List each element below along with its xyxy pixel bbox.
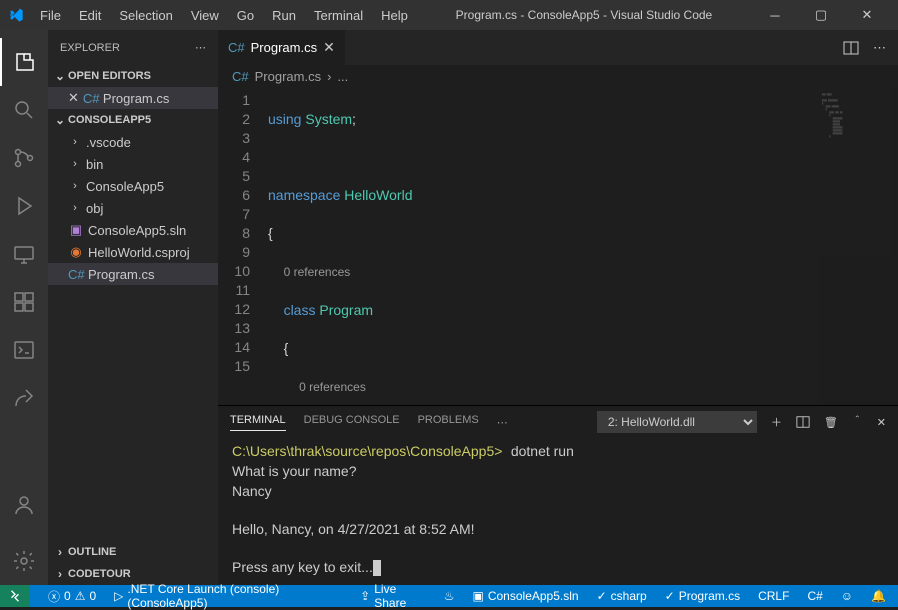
activity-bar <box>0 30 48 585</box>
menu-terminal[interactable]: Terminal <box>306 4 371 27</box>
project-header[interactable]: ⌄CONSOLEAPP5 <box>48 109 218 131</box>
menu-edit[interactable]: Edit <box>71 4 109 27</box>
menu-file[interactable]: File <box>32 4 69 27</box>
close-editor-icon[interactable]: ✕ <box>68 90 79 106</box>
liveshare-icon[interactable] <box>0 374 48 422</box>
status-csharp[interactable]: ✓ csharp <box>593 589 651 603</box>
remote-explorer-icon[interactable] <box>0 230 48 278</box>
title-bar: File Edit Selection View Go Run Terminal… <box>0 0 898 30</box>
panel-tab-problems[interactable]: PROBLEMS <box>418 414 479 430</box>
open-editors-header[interactable]: ⌄OPEN EDITORS <box>48 65 218 87</box>
status-feedback-icon[interactable]: ☺ <box>837 589 857 603</box>
status-bar: ⓧ 0 ⚠ 0 ▷ .NET Core Launch (console) (Co… <box>0 585 898 607</box>
window-title: Program.cs - ConsoleApp5 - Visual Studio… <box>416 8 752 22</box>
kill-terminal-icon[interactable]: 🗑 <box>824 416 838 429</box>
line-gutter: 123456789101112131415 <box>218 87 268 405</box>
editor-more-icon[interactable]: ⋯ <box>873 40 886 56</box>
tab-close-icon[interactable]: ✕ <box>323 39 335 56</box>
outline-header[interactable]: ›OUTLINE <box>48 541 218 563</box>
status-liveshare[interactable]: ⇪ Live Share <box>356 582 430 610</box>
status-flame[interactable]: ♨ <box>440 589 459 603</box>
vscode-logo-icon <box>8 7 24 23</box>
minimize-button[interactable]: ─ <box>752 0 798 30</box>
maximize-button[interactable]: ▢ <box>798 0 844 30</box>
remote-indicator[interactable] <box>0 585 30 607</box>
panel-tab-terminal[interactable]: TERMINAL <box>230 414 286 431</box>
panel-close-icon[interactable]: ✕ <box>877 416 886 429</box>
menu-help[interactable]: Help <box>373 4 416 27</box>
folder-item[interactable]: ›bin <box>48 153 218 175</box>
extensions-icon[interactable] <box>0 278 48 326</box>
status-debug-target[interactable]: ▷ .NET Core Launch (console) (ConsoleApp… <box>110 582 346 610</box>
search-icon[interactable] <box>0 86 48 134</box>
menu-view[interactable]: View <box>183 4 227 27</box>
folder-item[interactable]: ›.vscode <box>48 131 218 153</box>
folder-item[interactable]: ›obj <box>48 197 218 219</box>
file-tree: ›.vscode ›bin ›ConsoleApp5 ›obj ▣Console… <box>48 131 218 285</box>
file-item[interactable]: ◉HelloWorld.csproj <box>48 241 218 263</box>
split-terminal-icon[interactable] <box>796 415 810 429</box>
open-editor-item[interactable]: ✕ C# Program.cs <box>48 87 218 109</box>
close-button[interactable]: ✕ <box>844 0 890 30</box>
menu-run[interactable]: Run <box>264 4 304 27</box>
terminal-selector[interactable]: 2: HelloWorld.dll <box>597 411 757 433</box>
sidebar: EXPLORER ⋯ ⌄OPEN EDITORS ✕ C# Program.cs… <box>48 30 218 585</box>
status-eol[interactable]: CRLF <box>754 589 793 603</box>
panel: TERMINAL DEBUG CONSOLE PROBLEMS ⋯ 2: Hel… <box>218 405 898 585</box>
debug-icon[interactable] <box>0 182 48 230</box>
file-item[interactable]: ▣ConsoleApp5.sln <box>48 219 218 241</box>
accounts-icon[interactable] <box>0 481 48 529</box>
editor-tab[interactable]: C# Program.cs ✕ <box>218 30 346 65</box>
panel-maximize-icon[interactable]: ＾ <box>852 414 863 430</box>
terminal-panel-icon[interactable] <box>0 326 48 374</box>
sidebar-more-icon[interactable]: ⋯ <box>195 41 206 54</box>
sidebar-title: EXPLORER <box>60 42 120 54</box>
panel-tab-debug[interactable]: DEBUG CONSOLE <box>304 414 400 430</box>
status-bell-icon[interactable]: 🔔 <box>867 589 890 603</box>
menu-selection[interactable]: Selection <box>111 4 180 27</box>
status-solution[interactable]: ▣ ConsoleApp5.sln <box>469 589 583 603</box>
file-item[interactable]: C#Program.cs <box>48 263 218 285</box>
split-editor-icon[interactable] <box>843 40 859 56</box>
editor-group: C# Program.cs ✕ ⋯ C# Program.cs › ... 12… <box>218 30 898 585</box>
explorer-icon[interactable] <box>0 38 48 86</box>
folder-item[interactable]: ›ConsoleApp5 <box>48 175 218 197</box>
editor-tabs: C# Program.cs ✕ ⋯ <box>218 30 898 65</box>
terminal-output[interactable]: C:\Users\thrak\source\repos\ConsoleApp5>… <box>218 438 898 585</box>
new-terminal-icon[interactable]: ＋ <box>771 414 782 430</box>
minimap[interactable]: ███ ████ ████ ████████ █ ████ ██████ █ █… <box>818 87 898 405</box>
menu-go[interactable]: Go <box>229 4 262 27</box>
panel-more-icon[interactable]: ⋯ <box>497 416 508 429</box>
status-problems[interactable]: ⓧ 0 ⚠ 0 <box>44 588 100 605</box>
menu-bar: File Edit Selection View Go Run Terminal… <box>32 4 416 27</box>
code-editor[interactable]: using System; namespace HelloWorld { 0 r… <box>268 87 818 405</box>
breadcrumb[interactable]: C# Program.cs › ... <box>218 65 898 87</box>
status-file[interactable]: ✓ Program.cs <box>661 589 744 603</box>
status-lang[interactable]: C# <box>803 589 826 603</box>
settings-gear-icon[interactable] <box>0 537 48 585</box>
scm-icon[interactable] <box>0 134 48 182</box>
